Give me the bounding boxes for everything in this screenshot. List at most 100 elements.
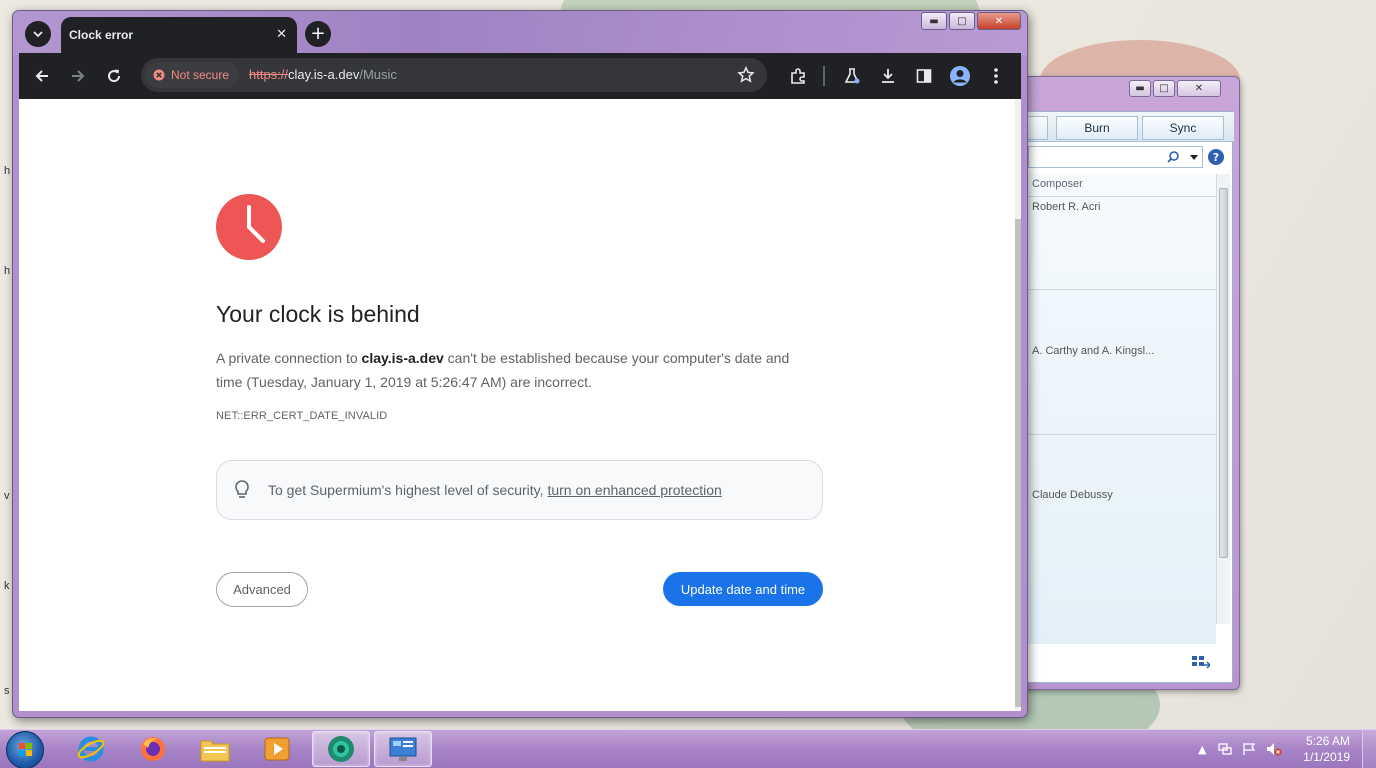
- show-desktop-button[interactable]: [1362, 730, 1376, 768]
- arrow-left-icon: [35, 70, 48, 82]
- bookmark-star-icon[interactable]: [737, 66, 755, 84]
- list-divider: [1028, 196, 1216, 197]
- desktop-icon-fragment[interactable]: k: [4, 580, 10, 592]
- media-player-window[interactable]: ▬ □ ✕ Burn Sync ? Composer Robert R. Acr…: [1000, 76, 1240, 690]
- tab-search-button[interactable]: [25, 21, 51, 47]
- toolbar-divider: [823, 66, 825, 86]
- search-icon[interactable]: [1166, 150, 1180, 164]
- action-center-flag-icon[interactable]: [1242, 742, 1256, 756]
- tab-burn[interactable]: Burn: [1056, 116, 1138, 140]
- list-item[interactable]: A. Carthy and A. Kingsl...: [1032, 345, 1154, 357]
- media-player-close-button[interactable]: ✕: [1177, 80, 1221, 97]
- address-bar[interactable]: Not secure https://clay.is-a.dev/Music: [141, 58, 767, 92]
- downloads-button[interactable]: [877, 65, 899, 87]
- security-chip-label: Not secure: [171, 68, 230, 82]
- taskbar-file-explorer[interactable]: [186, 731, 244, 767]
- page-scrollbar[interactable]: [1015, 99, 1021, 711]
- control-panel-icon: [389, 737, 417, 761]
- error-description-host: clay.is-a.dev: [361, 350, 444, 366]
- tab-close-icon[interactable]: ✕: [276, 27, 287, 42]
- update-date-time-button[interactable]: Update date and time: [663, 572, 823, 606]
- url-scheme: https://: [249, 67, 289, 82]
- supermium-icon: [328, 736, 354, 762]
- browser-toolbar: Not secure https://clay.is-a.dev/Music: [19, 53, 1021, 99]
- error-code: NET::ERR_CERT_DATE_INVALID: [216, 410, 388, 422]
- error-description: A private connection to clay.is-a.dev ca…: [216, 346, 816, 394]
- taskbar-firefox[interactable]: [124, 731, 182, 767]
- lightbulb-icon: [235, 480, 249, 498]
- profile-button[interactable]: [949, 65, 971, 87]
- taskbar-control-panel[interactable]: [374, 731, 432, 767]
- side-panel-button[interactable]: [913, 65, 935, 87]
- clock-hands-icon: [247, 205, 265, 243]
- reload-icon: [108, 69, 121, 83]
- arrow-right-icon: [72, 70, 85, 82]
- tab-clock-error[interactable]: Clock error ✕: [61, 17, 297, 55]
- security-tip-message: To get Supermium's highest level of secu…: [268, 482, 548, 498]
- media-player-tab-bar: Burn Sync: [1026, 112, 1234, 142]
- scrollbar-thumb[interactable]: [1219, 188, 1228, 558]
- taskbar: ▲ 5:26 AM 1/1/2019: [0, 729, 1376, 768]
- windows-logo-icon: [19, 743, 32, 756]
- tab-title: Clock error: [69, 28, 134, 42]
- scrollbar-thumb[interactable]: [1015, 219, 1021, 707]
- desktop-icon-fragment[interactable]: v: [4, 490, 10, 502]
- system-tray: ▲ 5:26 AM 1/1/2019: [1186, 730, 1376, 768]
- start-button[interactable]: [6, 731, 44, 768]
- labs-button[interactable]: [841, 65, 863, 87]
- back-button[interactable]: [31, 65, 53, 87]
- media-player-tab-hidden[interactable]: [1026, 116, 1048, 140]
- url-host: clay.is-a.dev: [288, 67, 360, 82]
- reload-button[interactable]: [103, 65, 125, 87]
- page-content: Your clock is behind A private connectio…: [19, 99, 1021, 711]
- flask-icon: [844, 68, 860, 84]
- list-divider: [1028, 289, 1216, 290]
- side-panel-icon: [916, 69, 932, 83]
- menu-button[interactable]: [985, 65, 1007, 87]
- advanced-button[interactable]: Advanced: [216, 572, 308, 607]
- new-tab-button[interactable]: +: [305, 21, 331, 47]
- column-header-composer[interactable]: Composer: [1032, 178, 1083, 190]
- chevron-down-icon: [33, 30, 43, 37]
- enhanced-protection-link[interactable]: turn on enhanced protection: [547, 482, 721, 498]
- extensions-button[interactable]: [787, 65, 809, 87]
- list-item[interactable]: Claude Debussy: [1032, 489, 1113, 501]
- switch-view-icon[interactable]: [1192, 656, 1210, 670]
- media-player-maximize-button[interactable]: □: [1153, 80, 1175, 97]
- download-icon: [882, 69, 894, 83]
- list-divider: [1028, 434, 1216, 435]
- taskbar-clock-date[interactable]: 1/1/2019: [1303, 750, 1350, 764]
- taskbar-browser[interactable]: [312, 731, 370, 767]
- media-player-scrollbar[interactable]: [1216, 174, 1230, 624]
- forward-button[interactable]: [67, 65, 89, 87]
- media-player-minimize-button[interactable]: ▬: [1129, 80, 1151, 97]
- tab-sync[interactable]: Sync: [1142, 116, 1224, 140]
- volume-muted-icon[interactable]: [1266, 742, 1282, 756]
- network-icon[interactable]: [1218, 742, 1232, 756]
- internet-explorer-icon: [77, 736, 105, 762]
- help-icon[interactable]: ?: [1208, 149, 1224, 165]
- desktop-icon-fragment[interactable]: h: [4, 165, 10, 177]
- url-text[interactable]: https://clay.is-a.dev/Music: [249, 67, 397, 82]
- taskbar-internet-explorer[interactable]: [62, 731, 120, 767]
- not-secure-icon: [153, 69, 165, 81]
- list-item[interactable]: Robert R. Acri: [1032, 201, 1100, 213]
- media-player-library: Burn Sync ? Composer Robert R. Acri A. C…: [1026, 111, 1234, 683]
- show-hidden-icons-button[interactable]: ▲: [1198, 743, 1206, 756]
- browser-window[interactable]: ▬ □ ✕ Clock error ✕ + Not secure https:/…: [12, 10, 1028, 718]
- error-description-prefix: A private connection to: [216, 350, 362, 366]
- taskbar-media-player[interactable]: [248, 731, 306, 767]
- folder-icon: [200, 740, 230, 762]
- media-player-search-input[interactable]: [1028, 146, 1203, 168]
- dropdown-arrow-icon[interactable]: [1190, 155, 1198, 161]
- desktop-icon-fragment[interactable]: h: [4, 265, 10, 277]
- taskbar-clock-time[interactable]: 5:26 AM: [1306, 734, 1350, 748]
- security-tip: To get Supermium's highest level of secu…: [216, 460, 823, 520]
- puzzle-icon: [791, 68, 805, 84]
- url-path: /Music: [359, 67, 397, 82]
- desktop-icon-fragment[interactable]: s: [4, 685, 10, 697]
- clock-icon: [216, 194, 282, 260]
- kebab-menu-icon: [994, 68, 998, 84]
- security-chip[interactable]: Not secure: [145, 62, 240, 88]
- media-player-list: Composer Robert R. Acri A. Carthy and A.…: [1028, 174, 1216, 644]
